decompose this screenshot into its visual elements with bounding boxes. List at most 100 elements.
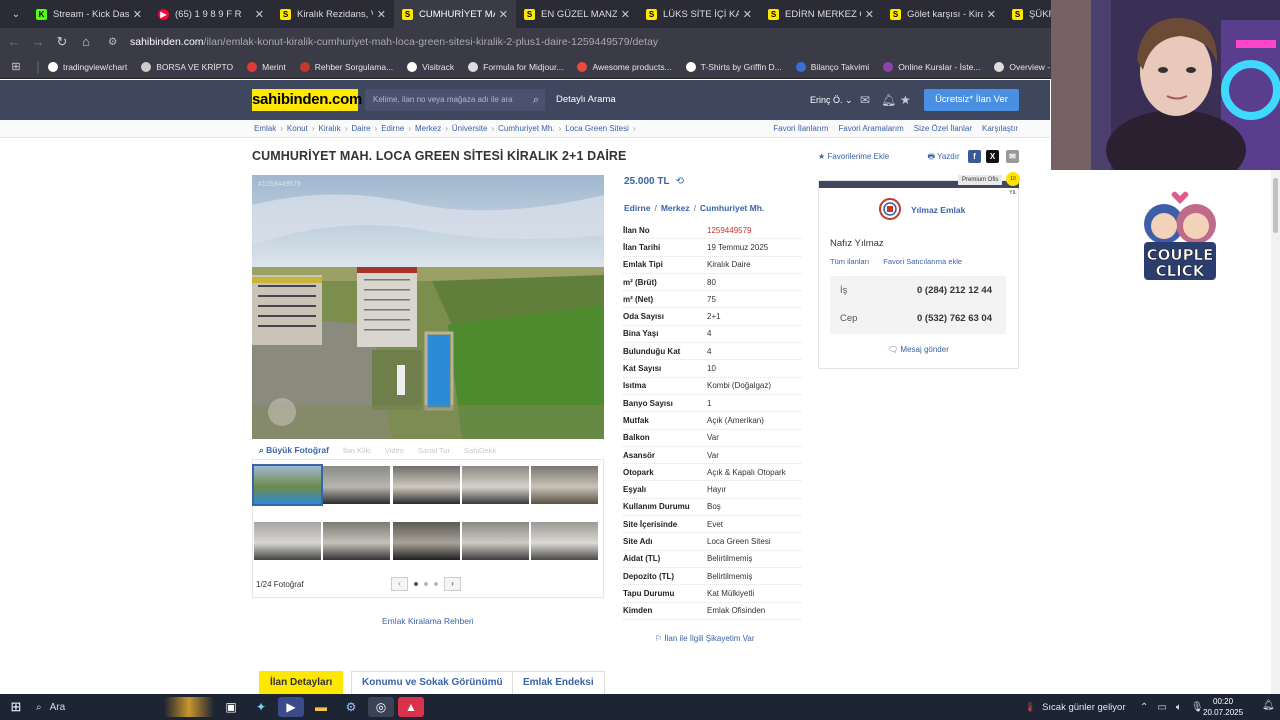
browser-tab[interactable]: S Gölet karşısı - Kiralık ✕ xyxy=(882,0,1004,28)
tab-location-street-view[interactable]: Konumu ve Sokak Görünümü xyxy=(351,671,514,695)
complaint-link[interactable]: ⚐ İlan ile İlgili Şikayetim Var xyxy=(655,634,755,643)
photo-thumbnail[interactable] xyxy=(392,466,460,504)
breadcrumb-item[interactable]: Konut xyxy=(287,124,308,133)
photo-thumbnail[interactable] xyxy=(531,522,599,560)
task-view-icon[interactable]: ▣ xyxy=(218,697,244,717)
copilot-icon[interactable]: ✦ xyxy=(248,697,274,717)
network-icon[interactable]: ▭ xyxy=(1157,702,1166,713)
close-icon[interactable]: ✕ xyxy=(499,8,508,21)
breadcrumb-item[interactable]: Edirne xyxy=(381,124,404,133)
firm-name[interactable]: Yılmaz Emlak xyxy=(911,205,965,215)
breadcrumb-item[interactable]: Üniversite xyxy=(452,124,488,133)
firm-logo[interactable] xyxy=(878,198,902,220)
browser-tab[interactable]: K Stream - Kick Dashbo ✕ xyxy=(28,0,150,28)
search-input[interactable]: Kelime, ilan no veya mağaza adı ile ara … xyxy=(365,89,545,111)
video-app-icon[interactable]: ▶ xyxy=(278,697,304,717)
page-scrollbar[interactable] xyxy=(1271,170,1280,694)
prev-page-icon[interactable]: ‹ xyxy=(391,577,408,591)
close-icon[interactable]: ✕ xyxy=(621,8,630,21)
microphone-icon[interactable]: 🎙︎ xyxy=(1191,702,1204,713)
forward-icon[interactable]: → xyxy=(26,34,50,49)
bookmark-item[interactable]: T-Shirts by Griffin D... xyxy=(685,61,782,72)
close-icon[interactable]: ✕ xyxy=(133,8,142,21)
breadcrumb-item[interactable]: Kiralık xyxy=(318,124,340,133)
site-logo[interactable]: sahibinden.com xyxy=(252,89,362,111)
photo-thumbnail[interactable] xyxy=(461,522,529,560)
volume-icon[interactable]: 🔈︎ xyxy=(1176,702,1182,713)
mobile-phone[interactable]: Cep 0 (532) 762 63 04 xyxy=(840,313,1000,324)
photo-thumbnail[interactable] xyxy=(323,522,391,560)
file-explorer-icon[interactable]: ▬ xyxy=(308,697,334,717)
bookmark-item[interactable]: Visitrack xyxy=(407,61,454,72)
steam-icon[interactable]: ⚙ xyxy=(338,697,364,717)
location-city[interactable]: Edirne xyxy=(624,203,650,213)
browser-tab[interactable]: S EN GÜZEL MANZARA ✕ xyxy=(516,0,638,28)
photo-thumbnail[interactable] xyxy=(531,466,599,504)
home-icon[interactable]: ⌂ xyxy=(74,34,98,49)
site-info-icon[interactable]: ⚙ xyxy=(108,36,122,48)
app-icon[interactable]: ▲ xyxy=(398,697,424,717)
post-ad-button[interactable]: Ücretsiz* İlan Ver xyxy=(924,89,1019,111)
bookmark-item[interactable]: Awesome products... xyxy=(577,61,672,72)
add-favorite-link[interactable]: ★ Favorilerime Ekle xyxy=(818,152,907,161)
close-icon[interactable]: ✕ xyxy=(987,8,996,21)
large-photo-button[interactable]: ⌕ Büyük Fotoğraf xyxy=(259,445,329,456)
scrollbar-thumb[interactable] xyxy=(1273,178,1278,233)
taskbar-weather[interactable]: 🌡︎ Sıcak günler geliyor xyxy=(1024,694,1126,720)
breadcrumb-item[interactable]: Loca Green Sitesi xyxy=(565,124,629,133)
bookmark-item[interactable]: Rehber Sorgulama... xyxy=(299,61,393,72)
top-link[interactable]: Favori İlanlarım xyxy=(773,124,828,133)
next-page-icon[interactable]: › xyxy=(444,577,461,591)
tab-listing-details[interactable]: İlan Detayları xyxy=(259,671,344,695)
location-neighborhood[interactable]: Cumhuriyet Mh. xyxy=(700,203,764,213)
bookmark-item[interactable]: Online Kurslar - İste... xyxy=(883,61,980,72)
price-history-icon[interactable]: ⟲ xyxy=(676,176,684,187)
location-district[interactable]: Merkez xyxy=(661,203,690,213)
notification-bell-icon[interactable]: 🔔︎ xyxy=(1262,700,1275,711)
top-link[interactable]: Karşılaştır xyxy=(982,124,1018,133)
favorite-seller-link[interactable]: Favori Satıcılarıma ekle xyxy=(883,257,962,266)
breadcrumb-item[interactable]: Emlak xyxy=(254,124,276,133)
close-icon[interactable]: ✕ xyxy=(743,8,752,21)
top-link[interactable]: Favori Aramalarım xyxy=(838,124,903,133)
x-twitter-icon[interactable]: X xyxy=(986,150,999,163)
bookmark-item[interactable]: Bilanço Takvimi xyxy=(795,61,869,72)
close-icon[interactable]: ✕ xyxy=(255,8,264,21)
search-icon[interactable]: ⌕ xyxy=(533,89,539,111)
browser-tab[interactable]: ▶ (65) 1 9 8 9 F R ✕ xyxy=(150,0,272,28)
pager-dot[interactable] xyxy=(434,582,438,586)
pager-dot[interactable] xyxy=(414,582,418,586)
breadcrumb-item[interactable]: Daire xyxy=(351,124,370,133)
bookmark-item[interactable]: BORSA VE KRİPTO xyxy=(141,61,233,72)
windows-start-icon[interactable]: ⊞ xyxy=(0,699,32,715)
rent-guide-link[interactable]: Emlak Kiralama Rehberi xyxy=(382,616,474,626)
browser-tab[interactable]: S LÜKS SİTE İÇİ KAP OT ✕ xyxy=(638,0,760,28)
bell-icon[interactable]: 🔔︎ xyxy=(881,93,896,107)
breadcrumb-item[interactable]: Merkez xyxy=(415,124,441,133)
photo-thumbnail[interactable] xyxy=(392,522,460,560)
photo-thumbnail[interactable] xyxy=(254,522,321,560)
bookmark-item[interactable]: tradingview/chart xyxy=(48,61,127,72)
email-share-icon[interactable]: ✉ xyxy=(1006,150,1019,163)
taskbar-clock[interactable]: 00:20 20.07.2025 xyxy=(1203,696,1243,718)
browser-tab[interactable]: S EDİRN MERKEZ CUM ✕ xyxy=(760,0,882,28)
main-photo[interactable]: #1259449579 xyxy=(252,175,604,439)
advanced-search-link[interactable]: Detaylı Arama xyxy=(556,94,616,105)
photo-thumbnail[interactable] xyxy=(323,466,391,504)
url-field[interactable]: ⚙ sahibinden.com/ilan/emlak-konut-kirali… xyxy=(108,36,658,48)
breadcrumb-item[interactable]: Cumhuriyet Mh. xyxy=(498,124,554,133)
pager-dot[interactable] xyxy=(424,582,428,586)
tab-search-icon[interactable]: ⌄ xyxy=(4,4,28,24)
facebook-icon[interactable]: f xyxy=(968,150,981,163)
photo-thumbnail[interactable] xyxy=(461,466,529,504)
back-icon[interactable]: ← xyxy=(2,34,26,49)
star-icon[interactable]: ★ xyxy=(900,93,911,107)
close-icon[interactable]: ✕ xyxy=(377,8,386,21)
apps-icon[interactable]: ⊞ xyxy=(4,60,28,73)
browser-tab[interactable]: S CUMHURİYET MAH. L ✕ xyxy=(394,0,516,28)
user-menu[interactable]: Erinç Ö. ⌄ xyxy=(810,95,853,106)
top-link[interactable]: Size Özel İlanlar xyxy=(914,124,972,133)
send-message-link[interactable]: 🗨︎ Mesaj gönder xyxy=(888,345,949,354)
photo-thumbnail[interactable] xyxy=(252,464,323,506)
tab-real-estate-index[interactable]: Emlak Endeksi xyxy=(512,671,605,695)
